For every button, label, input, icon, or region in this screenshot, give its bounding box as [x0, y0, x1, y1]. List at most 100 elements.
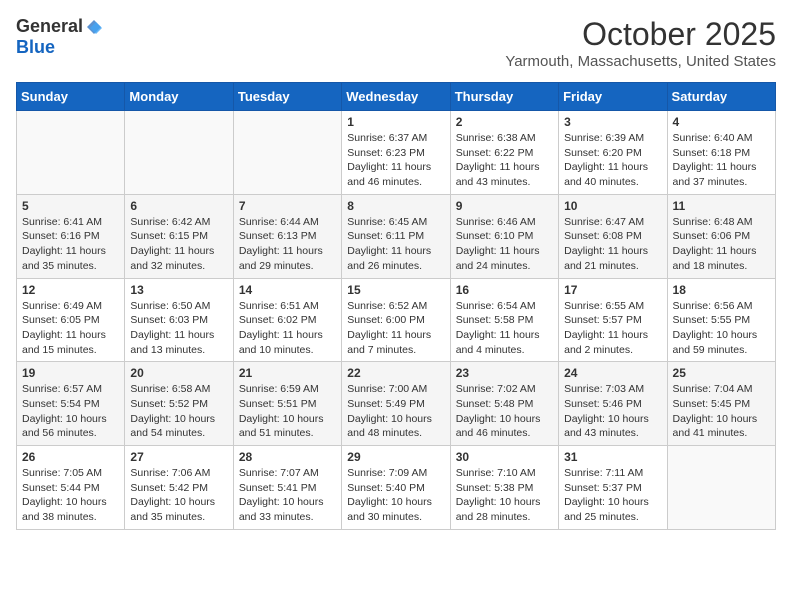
calendar-cell: 18 Sunrise: 6:56 AM Sunset: 5:55 PM Dayli…	[667, 278, 775, 362]
calendar-cell: 22 Sunrise: 7:00 AM Sunset: 5:49 PM Dayli…	[342, 362, 450, 446]
page-header: General Blue October 2025 Yarmouth, Mass…	[16, 16, 776, 70]
day-info: Sunrise: 6:47 AM Sunset: 6:08 PM Dayligh…	[564, 215, 661, 274]
logo: General Blue	[16, 16, 103, 58]
calendar-cell	[17, 111, 125, 195]
day-info: Sunrise: 7:02 AM Sunset: 5:48 PM Dayligh…	[456, 382, 553, 441]
calendar-week-row: 1 Sunrise: 6:37 AM Sunset: 6:23 PM Daylig…	[17, 111, 776, 195]
calendar-cell: 28Sunrise: 7:07 AM Sunset: 5:41 PM Dayli…	[233, 446, 341, 530]
day-number: 25	[673, 366, 770, 380]
day-info: Sunrise: 6:57 AM Sunset: 5:54 PM Dayligh…	[22, 382, 119, 441]
day-number: 7	[239, 199, 336, 213]
day-number: 21	[239, 366, 336, 380]
day-number: 18	[673, 283, 770, 297]
day-info: Sunrise: 6:49 AM Sunset: 6:05 PM Dayligh…	[22, 299, 119, 358]
calendar-cell: 6Sunrise: 6:42 AM Sunset: 6:15 PM Daylig…	[125, 194, 233, 278]
day-number: 17	[564, 283, 661, 297]
day-info: Sunrise: 6:51 AM Sunset: 6:02 PM Dayligh…	[239, 299, 336, 358]
day-info: Sunrise: 7:07 AM Sunset: 5:41 PM Dayligh…	[239, 466, 336, 525]
day-number: 8	[347, 199, 444, 213]
day-number: 9	[456, 199, 553, 213]
day-info: Sunrise: 6:40 AM Sunset: 6:18 PM Dayligh…	[673, 131, 770, 190]
day-number: 23	[456, 366, 553, 380]
day-number: 12	[22, 283, 119, 297]
calendar-table: SundayMondayTuesdayWednesdayThursdayFrid…	[16, 82, 776, 530]
calendar-week-row: 5 Sunrise: 6:41 AM Sunset: 6:16 PM Daylig…	[17, 194, 776, 278]
calendar-week-row: 12 Sunrise: 6:49 AM Sunset: 6:05 PM Dayli…	[17, 278, 776, 362]
day-number: 4	[673, 115, 770, 129]
location-text: Yarmouth, Massachusetts, United States	[505, 53, 776, 70]
day-number: 20	[130, 366, 227, 380]
title-block: October 2025 Yarmouth, Massachusetts, Un…	[505, 16, 776, 70]
day-number: 15	[347, 283, 444, 297]
day-info: Sunrise: 7:06 AM Sunset: 5:42 PM Dayligh…	[130, 466, 227, 525]
day-info: Sunrise: 6:45 AM Sunset: 6:11 PM Dayligh…	[347, 215, 444, 274]
calendar-cell: 9 Sunrise: 6:46 AM Sunset: 6:10 PM Daylig…	[450, 194, 558, 278]
calendar-cell	[667, 446, 775, 530]
calendar-cell: 10Sunrise: 6:47 AM Sunset: 6:08 PM Dayli…	[559, 194, 667, 278]
day-number: 5	[22, 199, 119, 213]
calendar-cell: 3 Sunrise: 6:39 AM Sunset: 6:20 PM Daylig…	[559, 111, 667, 195]
weekday-header: Wednesday	[342, 83, 450, 111]
calendar-cell: 27Sunrise: 7:06 AM Sunset: 5:42 PM Dayli…	[125, 446, 233, 530]
day-number: 3	[564, 115, 661, 129]
calendar-cell: 26Sunrise: 7:05 AM Sunset: 5:44 PM Dayli…	[17, 446, 125, 530]
calendar-cell: 21 Sunrise: 6:59 AM Sunset: 5:51 PM Dayli…	[233, 362, 341, 446]
day-number: 16	[456, 283, 553, 297]
day-number: 1	[347, 115, 444, 129]
day-info: Sunrise: 6:55 AM Sunset: 5:57 PM Dayligh…	[564, 299, 661, 358]
day-info: Sunrise: 7:09 AM Sunset: 5:40 PM Dayligh…	[347, 466, 444, 525]
weekday-header: Monday	[125, 83, 233, 111]
day-info: Sunrise: 6:59 AM Sunset: 5:51 PM Dayligh…	[239, 382, 336, 441]
day-info: Sunrise: 7:05 AM Sunset: 5:44 PM Dayligh…	[22, 466, 119, 525]
logo-general-text: General	[16, 16, 83, 37]
day-number: 13	[130, 283, 227, 297]
calendar-cell	[233, 111, 341, 195]
weekday-header: Tuesday	[233, 83, 341, 111]
calendar-cell: 29Sunrise: 7:09 AM Sunset: 5:40 PM Dayli…	[342, 446, 450, 530]
day-info: Sunrise: 6:39 AM Sunset: 6:20 PM Dayligh…	[564, 131, 661, 190]
day-info: Sunrise: 6:56 AM Sunset: 5:55 PM Dayligh…	[673, 299, 770, 358]
day-number: 19	[22, 366, 119, 380]
calendar-cell: 11 Sunrise: 6:48 AM Sunset: 6:06 PM Dayli…	[667, 194, 775, 278]
calendar-cell: 19 Sunrise: 6:57 AM Sunset: 5:54 PM Dayli…	[17, 362, 125, 446]
weekday-header: Friday	[559, 83, 667, 111]
calendar-cell: 7Sunrise: 6:44 AM Sunset: 6:13 PM Daylig…	[233, 194, 341, 278]
day-number: 24	[564, 366, 661, 380]
calendar-cell: 20Sunrise: 6:58 AM Sunset: 5:52 PM Dayli…	[125, 362, 233, 446]
month-title: October 2025	[505, 16, 776, 53]
calendar-cell: 13 Sunrise: 6:50 AM Sunset: 6:03 PM Dayli…	[125, 278, 233, 362]
calendar-week-row: 19 Sunrise: 6:57 AM Sunset: 5:54 PM Dayli…	[17, 362, 776, 446]
day-number: 14	[239, 283, 336, 297]
calendar-cell: 30Sunrise: 7:10 AM Sunset: 5:38 PM Dayli…	[450, 446, 558, 530]
weekday-header: Sunday	[17, 83, 125, 111]
calendar-cell: 5 Sunrise: 6:41 AM Sunset: 6:16 PM Daylig…	[17, 194, 125, 278]
calendar-cell: 15 Sunrise: 6:52 AM Sunset: 6:00 PM Dayli…	[342, 278, 450, 362]
calendar-cell: 8 Sunrise: 6:45 AM Sunset: 6:11 PM Daylig…	[342, 194, 450, 278]
calendar-cell: 23 Sunrise: 7:02 AM Sunset: 5:48 PM Dayli…	[450, 362, 558, 446]
day-number: 31	[564, 450, 661, 464]
day-info: Sunrise: 6:50 AM Sunset: 6:03 PM Dayligh…	[130, 299, 227, 358]
calendar-cell: 16 Sunrise: 6:54 AM Sunset: 5:58 PM Dayli…	[450, 278, 558, 362]
day-number: 22	[347, 366, 444, 380]
logo-icon	[85, 18, 103, 36]
calendar-week-row: 26Sunrise: 7:05 AM Sunset: 5:44 PM Dayli…	[17, 446, 776, 530]
calendar-cell: 12 Sunrise: 6:49 AM Sunset: 6:05 PM Dayli…	[17, 278, 125, 362]
day-info: Sunrise: 6:37 AM Sunset: 6:23 PM Dayligh…	[347, 131, 444, 190]
day-info: Sunrise: 7:11 AM Sunset: 5:37 PM Dayligh…	[564, 466, 661, 525]
day-info: Sunrise: 7:10 AM Sunset: 5:38 PM Dayligh…	[456, 466, 553, 525]
day-info: Sunrise: 6:54 AM Sunset: 5:58 PM Dayligh…	[456, 299, 553, 358]
calendar-cell: 2Sunrise: 6:38 AM Sunset: 6:22 PM Daylig…	[450, 111, 558, 195]
day-info: Sunrise: 6:48 AM Sunset: 6:06 PM Dayligh…	[673, 215, 770, 274]
calendar-header-row: SundayMondayTuesdayWednesdayThursdayFrid…	[17, 83, 776, 111]
calendar-cell: 4 Sunrise: 6:40 AM Sunset: 6:18 PM Daylig…	[667, 111, 775, 195]
day-info: Sunrise: 6:52 AM Sunset: 6:00 PM Dayligh…	[347, 299, 444, 358]
calendar-cell: 14 Sunrise: 6:51 AM Sunset: 6:02 PM Dayli…	[233, 278, 341, 362]
day-info: Sunrise: 7:00 AM Sunset: 5:49 PM Dayligh…	[347, 382, 444, 441]
calendar-cell: 31 Sunrise: 7:11 AM Sunset: 5:37 PM Dayli…	[559, 446, 667, 530]
day-info: Sunrise: 6:41 AM Sunset: 6:16 PM Dayligh…	[22, 215, 119, 274]
day-number: 11	[673, 199, 770, 213]
calendar-cell: 17 Sunrise: 6:55 AM Sunset: 5:57 PM Dayli…	[559, 278, 667, 362]
day-info: Sunrise: 7:04 AM Sunset: 5:45 PM Dayligh…	[673, 382, 770, 441]
day-info: Sunrise: 6:46 AM Sunset: 6:10 PM Dayligh…	[456, 215, 553, 274]
day-number: 6	[130, 199, 227, 213]
